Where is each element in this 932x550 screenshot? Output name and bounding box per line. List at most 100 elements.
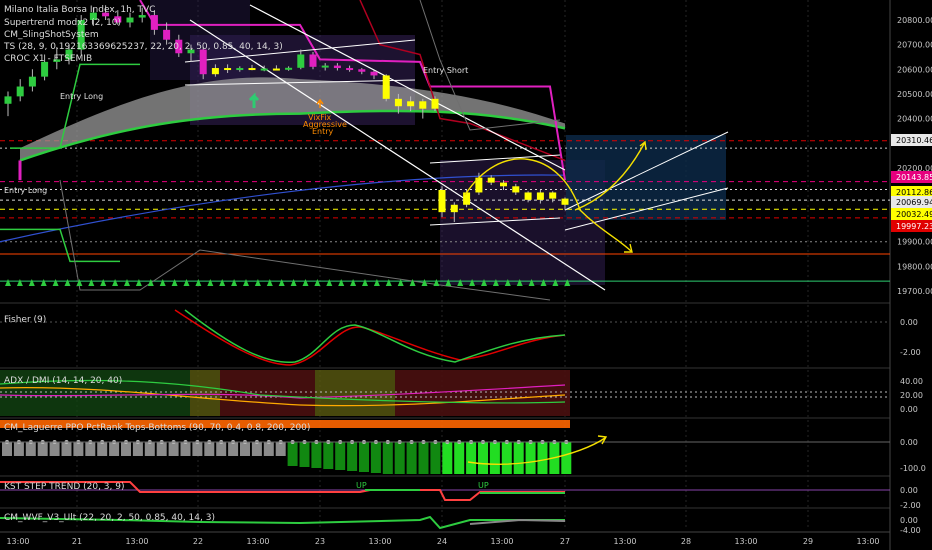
indicator-panels: UP UP Fisher (9) ADX / DMI (14, 14, 20, 40)… (0, 309, 890, 530)
candle-body (248, 68, 256, 71)
price-tick: 20600.00 (897, 65, 932, 74)
panel-title-adx: ADX / DMI (14, 14, 20, 40) (4, 376, 122, 386)
candle-body (16, 86, 24, 97)
time-tick: 13:00 (246, 537, 269, 546)
triangle-up-icon (28, 279, 35, 286)
triangle-up-icon (266, 279, 273, 286)
laguerre-bar (263, 442, 274, 456)
laguerre-bar (323, 442, 334, 469)
adx-zone-olive (190, 370, 220, 416)
supertrend-green-2 (0, 228, 120, 263)
candle-body (272, 68, 280, 71)
triangle-up-icon (207, 279, 214, 286)
candle-body (28, 76, 36, 87)
candle-body (358, 69, 366, 72)
laguerre-bar (501, 442, 512, 474)
laguerre-bar (537, 442, 548, 474)
triangle-up-icon (135, 279, 142, 286)
panel-tick-adx: 40.00 (900, 377, 923, 386)
panel-title-kst: KST STEP TREND (20, 3, 9) (4, 482, 125, 492)
panel-tick-wvf: -4.00 (900, 526, 921, 535)
triangle-up-icon (243, 279, 249, 286)
candle-body (4, 96, 12, 104)
candle-body (41, 61, 49, 77)
laguerre-bar (49, 442, 60, 456)
triangle-up-icon (219, 279, 226, 286)
price-tick: 20800.00 (897, 16, 932, 25)
time-tick: 29 (803, 537, 813, 546)
triangle-up-icon (338, 279, 345, 286)
panel-tick-adx: 0.00 (900, 405, 918, 414)
panel-tick-adx: 20.00 (900, 391, 923, 400)
price-badge-text: 20143.85 (896, 173, 932, 182)
entry-long-label-1: Entry Long (60, 92, 103, 101)
triangle-up-icon (88, 279, 95, 286)
laguerre-bar (37, 442, 48, 456)
candle-body (500, 182, 507, 187)
candle-body (536, 192, 544, 200)
chart-root: UP UP Fisher (9) ADX / DMI (14, 14, 20, 40)… (0, 0, 932, 550)
panel-tick-fisher: 0.00 (900, 318, 918, 327)
laguerre-bar (418, 442, 429, 474)
candle-body (199, 49, 207, 75)
laguerre-bar (240, 442, 250, 456)
candle-body (309, 54, 317, 67)
laguerre-bar (394, 442, 405, 474)
price-tick: 19900.00 (897, 238, 932, 247)
laguerre-bar (525, 442, 536, 474)
triangle-up-icon (100, 279, 107, 286)
triangle-up-icon (231, 279, 238, 286)
laguerre-bar (109, 442, 120, 456)
laguerre-bar (85, 442, 96, 456)
price-badge-text: 20112.86 (896, 188, 932, 197)
triangle-up-icon (171, 279, 178, 286)
candle-body (512, 186, 520, 193)
laguerre-bar (454, 442, 465, 474)
laguerre-bar (121, 442, 131, 456)
candle-body (297, 54, 305, 68)
time-tick: 13:00 (125, 537, 148, 546)
price-tick: 20400.00 (897, 115, 932, 124)
triangle-up-icon (195, 279, 202, 286)
time-tick: 28 (681, 537, 691, 546)
candle-body (438, 189, 446, 213)
price-badge-text: 19997.23 (896, 222, 932, 231)
time-tick: 21 (72, 537, 82, 546)
triangle-up-icon (302, 279, 309, 286)
panel-tick-laguerre: 0.00 (900, 438, 918, 447)
laguerre-bar (251, 442, 262, 456)
triangle-up-icon (64, 279, 71, 286)
triangle-up-icon (254, 279, 261, 286)
candle-body (382, 75, 390, 99)
triangle-up-icon (16, 279, 23, 286)
symbol-title: Milano Italia Borsa Index, 1h, TVC (4, 5, 155, 15)
time-tick: 13:00 (490, 537, 513, 546)
laguerre-bar (275, 442, 286, 456)
entry-long-label-2: Entry Long (4, 186, 47, 195)
triangle-up-icon (52, 279, 59, 286)
triangle-up-icon (5, 279, 11, 286)
candle-body (163, 29, 171, 40)
panel-tick-kst: 0.00 (900, 486, 918, 495)
triangle-up-icon (40, 279, 47, 286)
triangle-up-icon (290, 279, 297, 286)
candle-body (236, 68, 244, 71)
candle-body (138, 15, 146, 18)
panel-title-fisher: Fisher (9) (4, 315, 46, 325)
laguerre-bar (168, 442, 179, 456)
kst-up-label: UP (356, 481, 367, 490)
panel-title-laguerre: CM_Laguerre PPO PctRank Tops-Bottoms (90… (4, 423, 310, 433)
panel-tick-wvf: 0.00 (900, 516, 918, 525)
triangle-up-icon (159, 279, 166, 286)
candle-body (419, 101, 427, 109)
time-tick: 27 (560, 537, 570, 546)
triangle-up-icon (409, 279, 416, 286)
laguerre-bar (347, 442, 358, 471)
laguerre-bar (335, 442, 346, 470)
laguerre-bar (287, 442, 298, 466)
candle-body (487, 177, 495, 183)
time-tick: 22 (193, 537, 203, 546)
panel-tick-laguerre: -100.0 (900, 464, 926, 473)
entry-label: Entry (312, 127, 334, 136)
candle-body (211, 68, 219, 75)
